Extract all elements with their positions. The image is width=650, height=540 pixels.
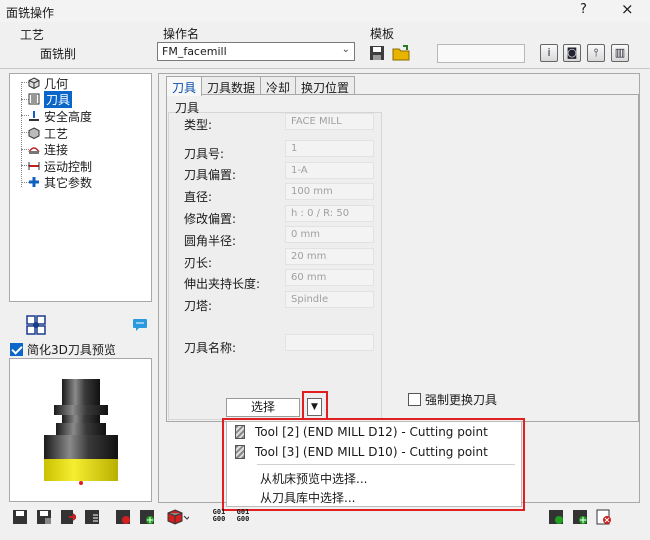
select-button[interactable]: 选择	[226, 398, 300, 417]
tree-item-geometry[interactable]: 几何	[28, 75, 68, 91]
tree-guide	[21, 82, 22, 187]
tool-group-title: 刀具	[175, 101, 200, 115]
tree-item-safe-height[interactable]: 安全高度	[28, 108, 92, 124]
field-value-flute-length: 20 mm	[285, 248, 374, 265]
chevron-down-icon: ⌄	[341, 44, 350, 55]
force-tool-change-checkbox[interactable]: 强制更换刀具	[408, 391, 497, 408]
tab-tool[interactable]: 刀具	[166, 76, 203, 96]
face-mill-tool-illustration	[44, 379, 118, 485]
help-button[interactable]: ?	[580, 2, 587, 17]
machine-view-icon[interactable]: ◙	[563, 44, 581, 62]
tool-holder-icon[interactable]: ⫯	[587, 44, 605, 62]
save-stop-icon[interactable]	[115, 509, 131, 525]
field-label-turret: 刀塔:	[184, 299, 213, 313]
save-add-icon[interactable]	[139, 509, 155, 525]
save-icon[interactable]	[12, 509, 28, 525]
simplified-preview-label: 简化3D刀具预览	[27, 343, 116, 357]
field-value-corner-radius: 0 mm	[285, 226, 374, 243]
gcode-button-2[interactable]: G01 G00	[235, 509, 251, 523]
tree-item-tool[interactable]: 刀具	[28, 90, 73, 108]
field-value-tool-number: 1	[285, 140, 374, 157]
field-value-modify-offset: h : 0 / R: 50	[285, 205, 374, 222]
plus-params-icon	[29, 177, 39, 187]
checkbox-box[interactable]	[10, 343, 23, 356]
tab-strip: 刀具 刀具数据 冷却 换刀位置	[166, 76, 356, 96]
tab-coolant[interactable]: 冷却	[260, 76, 297, 95]
opname-select[interactable]: FM_facemill ⌄	[157, 42, 355, 61]
field-label-tool-number: 刀具号:	[184, 147, 225, 161]
field-value-tool-name	[285, 334, 374, 351]
tree-item-motion[interactable]: 运动控制	[28, 158, 92, 174]
opname-value: FM_facemill	[162, 45, 227, 58]
tree-item-process[interactable]: 工艺	[28, 125, 68, 141]
save-export-icon[interactable]	[60, 509, 76, 525]
tool-list-icon	[28, 93, 40, 105]
field-value-tool-offset: 1-A	[285, 162, 374, 179]
simplified-preview-checkbox[interactable]: 简化3D刀具预览	[10, 341, 116, 358]
layout-grid-icon[interactable]	[26, 315, 46, 335]
force-tool-change-label: 强制更换刀具	[425, 393, 498, 407]
parameter-tree: 几何 刀具 安全高度 工艺 连接 运动控制 其它参数	[9, 73, 152, 302]
field-value-gauge-length: 60 mm	[285, 269, 374, 286]
process-value: 面铣削	[40, 47, 77, 61]
field-label-tool-name: 刀具名称:	[184, 341, 237, 355]
safe-height-icon	[29, 111, 39, 121]
field-label-corner-radius: 圆角半径:	[184, 234, 237, 248]
link-icon	[28, 147, 40, 154]
highlight-frame	[222, 418, 525, 511]
field-value-diameter: 100 mm	[285, 183, 374, 200]
field-label-gauge-length: 伸出夹持长度:	[184, 277, 261, 291]
title-bar: 面铣操作 ? ×	[0, 0, 650, 22]
field-label-diameter: 直径:	[184, 190, 213, 204]
info-icon[interactable]: i	[540, 44, 558, 62]
close-button[interactable]: ×	[621, 0, 634, 18]
field-label-tool-offset: 刀具偏置:	[184, 168, 237, 182]
field-label-modify-offset: 修改偏置:	[184, 212, 237, 226]
select-dropdown-button[interactable]: ▼	[307, 398, 322, 416]
tab-tool-change-position[interactable]: 换刀位置	[295, 76, 356, 95]
field-value-type: FACE MILL	[285, 113, 374, 130]
process-label: 工艺	[20, 28, 45, 42]
save-list-icon[interactable]	[84, 509, 100, 525]
gcode-button-1[interactable]: G01 G00	[211, 509, 227, 523]
motion-icon	[28, 162, 40, 170]
save-as-icon[interactable]	[36, 509, 52, 525]
field-value-turret: Spindle	[285, 291, 374, 308]
field-label-flute-length: 刃长:	[184, 256, 213, 270]
tree-item-other-params[interactable]: 其它参数	[28, 174, 92, 190]
tool-rack-icon[interactable]: ▥	[611, 44, 629, 62]
cube-view-icon[interactable]	[167, 509, 189, 525]
open-folder-icon[interactable]	[392, 44, 410, 62]
save-template-icon[interactable]	[368, 44, 386, 62]
window-title: 面铣操作	[6, 6, 55, 20]
tree-item-link[interactable]: 连接	[28, 141, 68, 157]
header-divider	[0, 68, 650, 69]
opname-label: 操作名	[163, 27, 200, 41]
close-operation-icon[interactable]	[596, 509, 612, 525]
process-icon	[28, 127, 40, 139]
template-input[interactable]	[437, 44, 525, 63]
checkbox-box[interactable]	[408, 393, 421, 406]
add-operation-icon[interactable]	[548, 509, 564, 525]
field-label-type: 类型:	[184, 118, 213, 132]
comment-icon[interactable]	[132, 318, 148, 332]
tab-tool-data[interactable]: 刀具数据	[201, 76, 262, 95]
cube-icon	[28, 77, 40, 89]
template-label: 模板	[370, 27, 395, 41]
tool-3d-preview	[9, 358, 152, 502]
add-operation-alt-icon[interactable]	[572, 509, 588, 525]
